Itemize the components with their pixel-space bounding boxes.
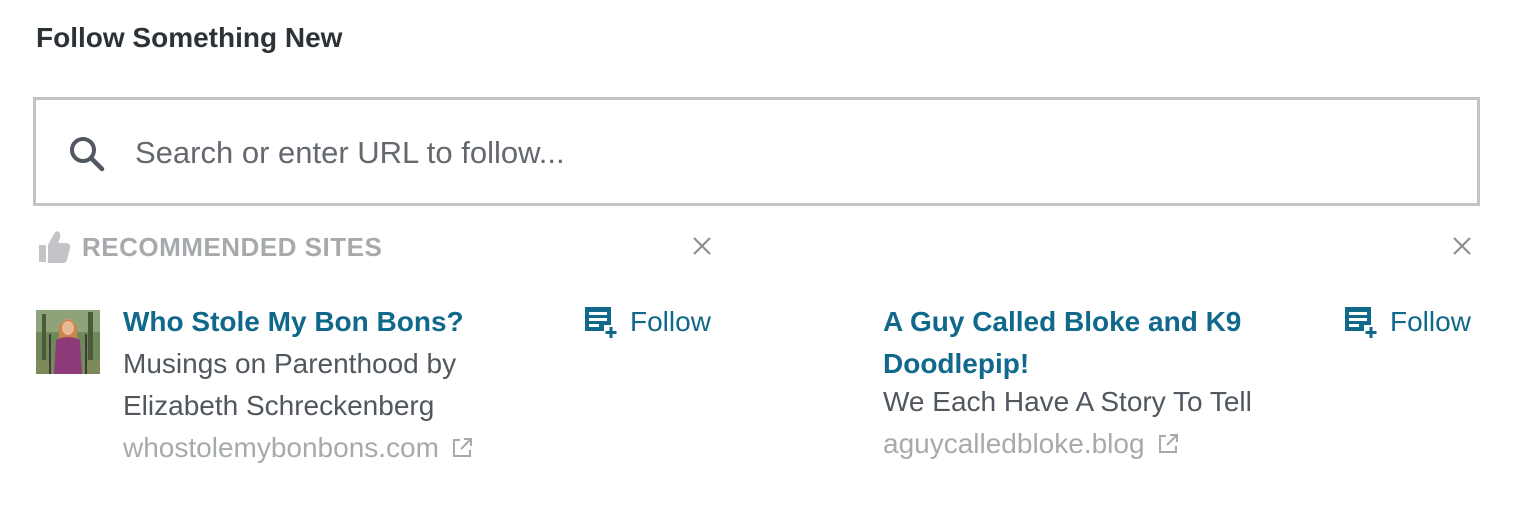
follow-subscribe-icon xyxy=(1345,307,1378,339)
external-link-icon xyxy=(452,438,472,457)
site-title-link-line2[interactable]: Doodlepip! xyxy=(883,343,1029,385)
dismiss-close-icon[interactable] xyxy=(1450,234,1474,258)
dismiss-close-icon[interactable] xyxy=(690,234,714,258)
site-url-text: whostolemybonbons.com xyxy=(123,432,439,463)
recommended-header: RECOMMENDED SITES xyxy=(36,228,382,266)
follow-label: Follow xyxy=(1390,306,1471,337)
search-box[interactable] xyxy=(33,97,1480,206)
search-input[interactable] xyxy=(135,128,1435,178)
follow-label: Follow xyxy=(630,306,711,337)
follow-button[interactable]: Follow xyxy=(584,305,711,339)
search-icon xyxy=(70,137,105,172)
site-description-line2: Elizabeth Schreckenberg xyxy=(123,390,435,421)
external-link-icon xyxy=(1158,434,1178,453)
site-url-text: aguycalledbloke.blog xyxy=(883,428,1145,459)
page-title: Follow Something New xyxy=(36,22,343,53)
follow-panel: Follow Something New RECOMMENDED SITES xyxy=(0,0,1516,528)
follow-subscribe-icon xyxy=(585,307,618,339)
thumbs-up-icon xyxy=(39,231,71,263)
site-url-link[interactable]: aguycalledbloke.blog xyxy=(883,424,1179,464)
site-description-line1: Musings on Parenthood by xyxy=(123,348,457,379)
site-avatar[interactable] xyxy=(36,310,100,374)
site-title-link[interactable]: A Guy Called Bloke and K9 xyxy=(883,301,1241,343)
site-description: We Each Have A Story To Tell xyxy=(883,386,1252,417)
follow-button[interactable]: Follow xyxy=(1344,305,1471,339)
site-title-link[interactable]: Who Stole My Bon Bons? xyxy=(123,301,464,343)
recommended-title: RECOMMENDED SITES xyxy=(82,231,383,262)
site-url-link[interactable]: whostolemybonbons.com xyxy=(123,428,473,468)
